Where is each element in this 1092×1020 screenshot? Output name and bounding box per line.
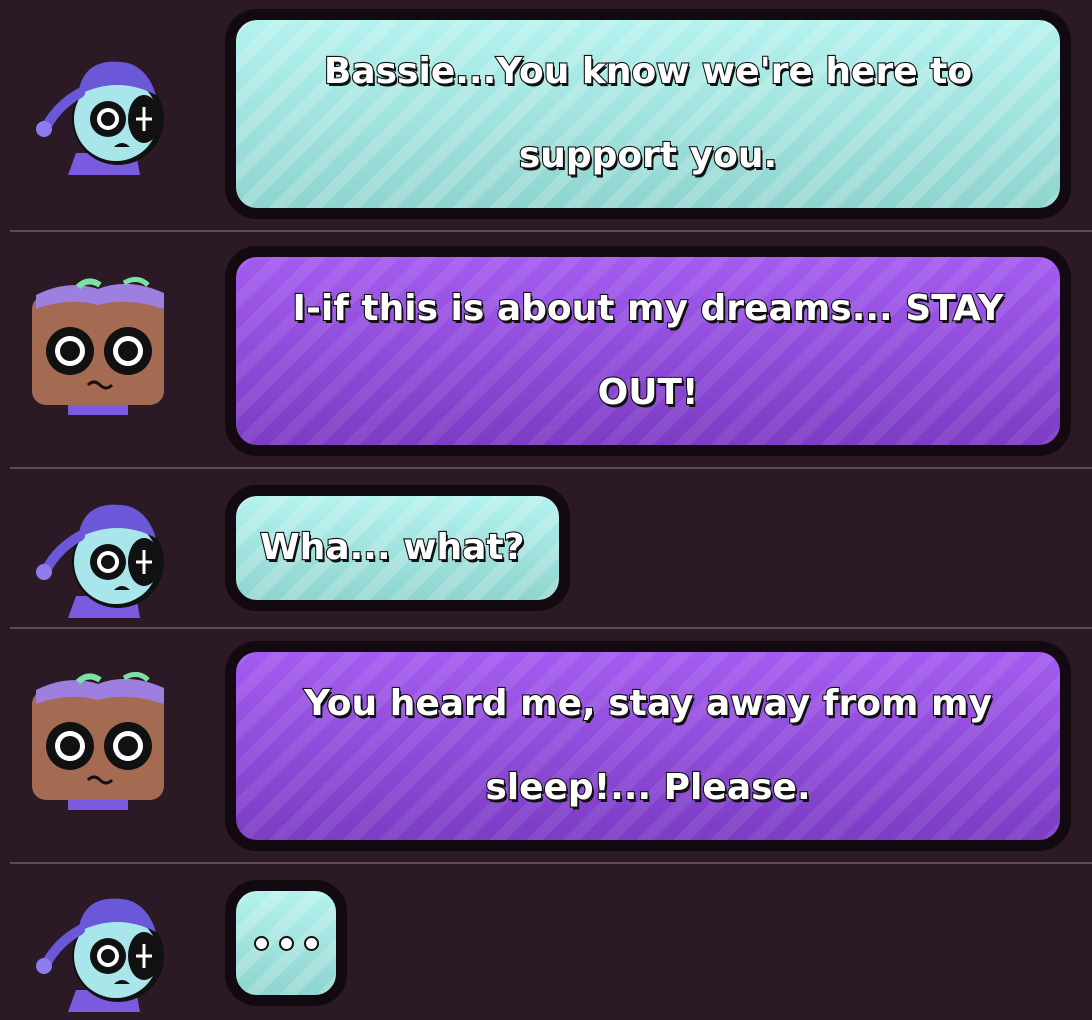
message-bubble: Bassie...You know we're here to support … [225, 9, 1071, 219]
message-divider [10, 627, 1092, 629]
chat-log: Bassie...You know we're here to support … [0, 0, 1092, 1020]
message-bubble: Wha... what? [225, 485, 570, 611]
message-text-line: I-if this is about my dreams... STAY [291, 287, 1004, 330]
message-divider [10, 467, 1092, 469]
avatar-brown-square-head-icon[interactable] [28, 670, 168, 810]
avatar-blue-nightcap-icon[interactable] [28, 478, 168, 618]
message-text-line: support you. [518, 134, 779, 177]
avatar-blue-nightcap-icon[interactable] [28, 872, 168, 1012]
message-text-line: sleep!... Please. [484, 766, 812, 809]
message-text-line: Bassie...You know we're here to [323, 50, 973, 93]
message-text-line: You heard me, stay away from my [303, 682, 993, 725]
message-divider [10, 862, 1092, 864]
message-text-line: Wha... what? [259, 526, 526, 569]
avatar-blue-nightcap-icon[interactable] [28, 35, 168, 175]
message-bubble: You heard me, stay away from my sleep!..… [225, 641, 1071, 851]
avatar-brown-square-head-icon[interactable] [28, 275, 168, 415]
message-bubble: I-if this is about my dreams... STAY OUT… [225, 246, 1071, 456]
ellipsis-dots-icon [253, 935, 319, 951]
typing-bubble [225, 880, 347, 1006]
message-text-line: OUT! [596, 371, 699, 414]
message-divider [10, 230, 1092, 232]
